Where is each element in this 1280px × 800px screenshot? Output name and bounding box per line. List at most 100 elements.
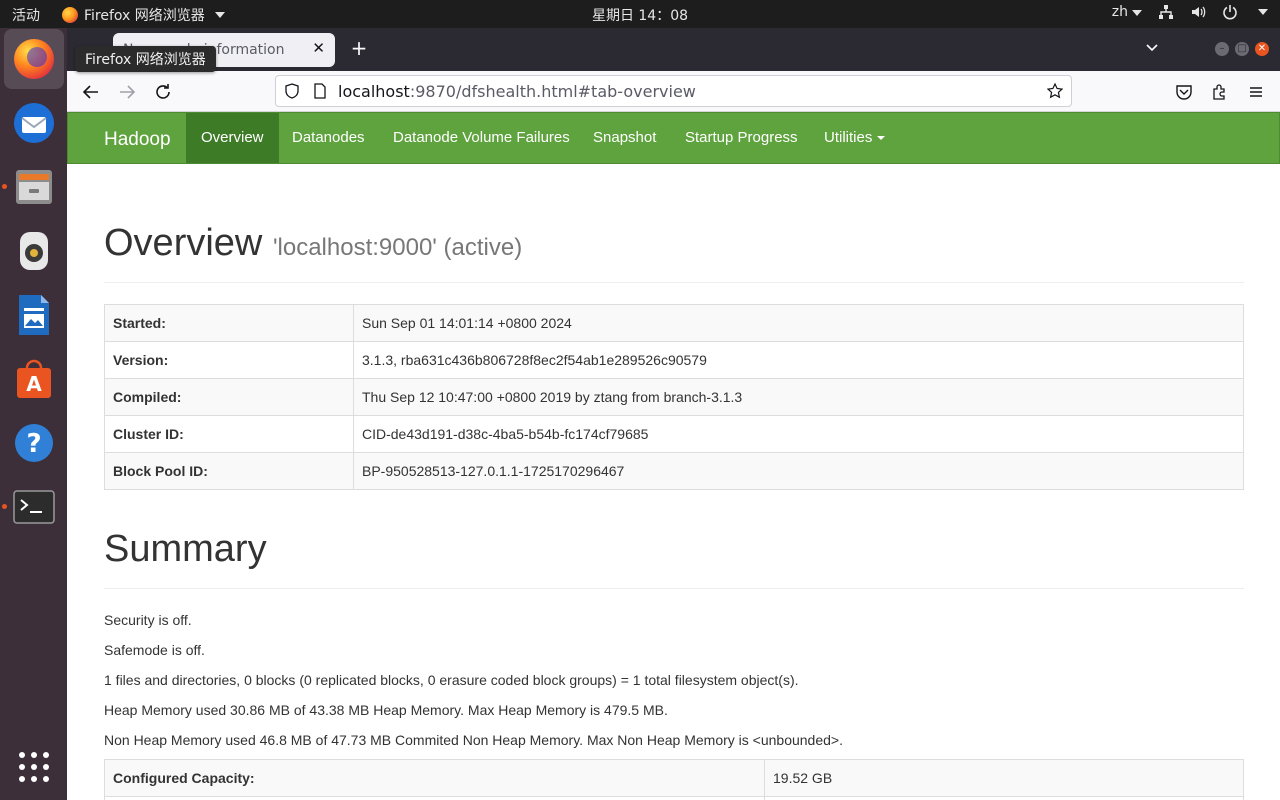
dock-files[interactable] [4, 157, 64, 217]
pocket-button[interactable] [1173, 81, 1195, 103]
row-key: Block Pool ID: [104, 452, 354, 490]
reload-button[interactable] [152, 81, 174, 103]
power-icon[interactable] [1222, 4, 1238, 20]
forward-arrow-icon [120, 85, 136, 99]
nav-startup-progress[interactable]: Startup Progress [670, 113, 813, 163]
divider [104, 282, 1244, 283]
table-row: Started: Sun Sep 01 14:01:14 +0800 2024 [104, 304, 1244, 342]
chevron-down-icon[interactable] [1258, 9, 1268, 15]
summary-nonheap: Non Heap Memory used 46.8 MB of 47.73 MB… [104, 732, 843, 748]
terminal-icon [13, 490, 55, 524]
row-value: 19.52 GB [764, 759, 1244, 797]
row-value: CID-de43d191-d38c-4ba5-b54b-fc174cf79685 [353, 415, 1244, 453]
nav-utilities[interactable]: Utilities [809, 113, 900, 163]
summary-heap: Heap Memory used 30.86 MB of 43.38 MB He… [104, 702, 668, 718]
hadoop-navbar: Hadoop Overview Datanodes Datanode Volum… [67, 112, 1280, 164]
maximize-button[interactable]: □ [1235, 42, 1249, 56]
help-icon: ? [15, 424, 53, 462]
row-key: Version: [104, 341, 354, 379]
firefox-window: Namenode information ✕ Firefox 网络浏览器 + –… [67, 28, 1280, 800]
firefox-icon [14, 39, 54, 79]
table-row: Compiled: Thu Sep 12 10:47:00 +0800 2019 … [104, 378, 1244, 416]
hadoop-brand[interactable]: Hadoop [104, 129, 171, 151]
row-value: Thu Sep 12 10:47:00 +0800 2019 by ztang … [353, 378, 1244, 416]
divider [104, 588, 1244, 589]
thunderbird-icon [14, 103, 54, 143]
web-page: Hadoop Overview Datanodes Datanode Volum… [67, 112, 1280, 800]
dock-tooltip: Firefox 网络浏览器 [75, 46, 216, 72]
system-tray[interactable]: zh [1112, 4, 1268, 20]
pocket-icon [1176, 85, 1192, 100]
ubuntu-software-icon: A [17, 359, 51, 398]
overview-table: Started: Sun Sep 01 14:01:14 +0800 2024 V… [104, 304, 1244, 490]
table-row [104, 796, 1244, 800]
new-tab-button[interactable]: + [347, 36, 371, 60]
libreoffice-writer-icon [19, 295, 49, 335]
overview-heading: Overview 'localhost:9000' (active) [104, 222, 523, 264]
overview-subtitle: 'localhost:9000' (active) [272, 234, 523, 261]
system-top-bar: 活动 Firefox 网络浏览器 星期日 14：08 zh [0, 0, 1280, 28]
files-icon [16, 170, 52, 204]
row-key [104, 796, 765, 800]
reload-icon [156, 84, 170, 99]
table-row: Cluster ID: CID-de43d191-d38c-4ba5-b54b-f… [104, 415, 1244, 453]
row-key: Cluster ID: [104, 415, 354, 453]
dock-thunderbird[interactable] [4, 93, 64, 153]
row-key: Started: [104, 304, 354, 342]
nav-datanodes[interactable]: Datanodes [277, 113, 380, 163]
ubuntu-dock: A ? [0, 28, 67, 800]
hamburger-menu-icon [1250, 87, 1262, 97]
list-all-tabs-icon[interactable] [1145, 41, 1159, 55]
url-bar[interactable]: localhost:9870/dfshealth.html#tab-overvi… [275, 75, 1072, 107]
extensions-button[interactable] [1209, 81, 1231, 103]
volume-icon[interactable] [1190, 4, 1206, 20]
back-button[interactable] [80, 81, 102, 103]
dock-firefox[interactable] [4, 29, 64, 89]
app-menu-button[interactable] [1245, 81, 1267, 103]
dock-show-apps[interactable] [4, 737, 64, 797]
window-close-button[interactable]: ✕ [1255, 42, 1269, 56]
table-row: Block Pool ID: BP-950528513-127.0.1.1-172… [104, 452, 1244, 490]
row-value [764, 796, 1244, 800]
capacity-table: Configured Capacity: 19.52 GB [104, 759, 1244, 800]
caret-down-icon [877, 136, 886, 141]
shield-icon[interactable] [284, 83, 300, 99]
rhythmbox-icon [20, 232, 48, 270]
forward-button[interactable] [116, 81, 138, 103]
table-row: Version: 3.1.3, rba631c436b806728f8ec2f54… [104, 341, 1244, 379]
tab-bar: Namenode information ✕ Firefox 网络浏览器 + –… [67, 28, 1280, 72]
nav-overview[interactable]: Overview [186, 113, 279, 163]
table-row: Configured Capacity: 19.52 GB [104, 759, 1244, 797]
close-icon[interactable]: ✕ [312, 39, 325, 57]
network-icon[interactable] [1158, 4, 1174, 20]
dock-rhythmbox[interactable] [4, 221, 64, 281]
svg-text:?: ? [26, 429, 41, 459]
dock-help[interactable]: ? [4, 413, 64, 473]
row-value: 3.1.3, rba631c436b806728f8ec2f54ab1e2895… [353, 341, 1244, 379]
show-apps-icon [19, 752, 49, 782]
dock-libreoffice-writer[interactable] [4, 285, 64, 345]
dock-ubuntu-software[interactable]: A [4, 349, 64, 409]
dock-terminal[interactable] [4, 477, 64, 537]
chevron-down-icon [1132, 10, 1142, 16]
row-key: Compiled: [104, 378, 354, 416]
svg-text:A: A [26, 372, 42, 396]
summary-security: Security is off. [104, 612, 192, 628]
nav-datanode-volume-failures[interactable]: Datanode Volume Failures [378, 113, 585, 163]
running-indicator [2, 504, 7, 509]
running-indicator [2, 184, 7, 189]
url-text: localhost:9870/dfshealth.html#tab-overvi… [338, 82, 696, 101]
navigation-toolbar: localhost:9870/dfshealth.html#tab-overvi… [67, 71, 1280, 112]
row-key: Configured Capacity: [104, 759, 765, 797]
nav-snapshot[interactable]: Snapshot [578, 113, 671, 163]
summary-safemode: Safemode is off. [104, 642, 205, 658]
minimize-button[interactable]: – [1215, 42, 1229, 56]
input-method-indicator[interactable]: zh [1112, 4, 1142, 20]
star-bookmark-icon[interactable] [1047, 83, 1063, 99]
back-arrow-icon [82, 85, 98, 99]
puzzle-icon [1213, 84, 1225, 100]
summary-files: 1 files and directories, 0 blocks (0 rep… [104, 672, 799, 688]
row-value: Sun Sep 01 14:01:14 +0800 2024 [353, 304, 1244, 342]
page-icon[interactable] [312, 83, 328, 99]
clock[interactable]: 星期日 14：08 [0, 5, 1280, 25]
